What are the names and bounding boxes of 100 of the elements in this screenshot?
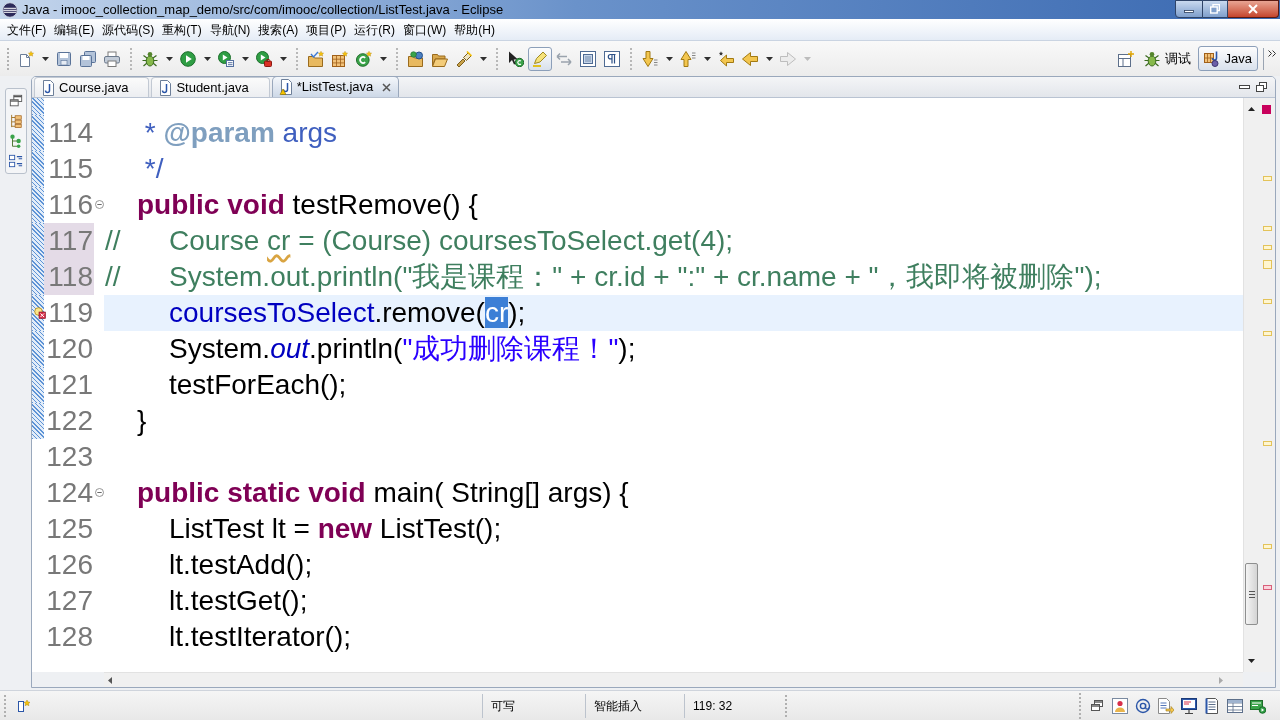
caret-icon[interactable] (241, 56, 249, 61)
menu-item[interactable]: 编辑(E) (50, 19, 99, 40)
line-number: 128 (45, 620, 94, 654)
collapse-icon[interactable] (95, 199, 104, 209)
collapse-icon[interactable] (95, 487, 104, 497)
outline-icon[interactable] (8, 154, 23, 168)
line-number: 119 (47, 296, 94, 330)
scroll-up-icon[interactable] (1248, 107, 1255, 111)
save-all-icon[interactable] (80, 50, 96, 67)
hierarchy-icon[interactable] (8, 114, 23, 128)
block-selection-icon[interactable] (580, 50, 596, 67)
screen-play-icon[interactable] (1250, 697, 1266, 714)
highlight-toggle-button[interactable] (528, 46, 552, 71)
printer-icon[interactable] (104, 50, 120, 67)
status-field: 可写 (482, 693, 585, 718)
caret-icon[interactable] (765, 56, 773, 61)
up-arrow-icon[interactable] (680, 50, 696, 67)
code-line: public static void main( String[] args) { (136, 476, 630, 510)
minimize-icon[interactable] (1239, 85, 1250, 89)
grid-star-icon[interactable] (332, 50, 348, 67)
line-number: 120 (45, 332, 94, 366)
code-line: lt.testAdd(); (168, 548, 314, 582)
editor-tab[interactable]: Student.java (151, 77, 270, 97)
line-number: 127 (45, 584, 94, 618)
menu-item[interactable]: 导航(N) (205, 19, 255, 40)
person-card-icon[interactable] (1112, 697, 1128, 714)
table-icon[interactable] (1227, 697, 1243, 714)
more-chevron-icon[interactable] (1268, 50, 1276, 57)
status-field: 119: 32 (684, 693, 785, 718)
code-line: System.out.println("成功删除课程！"); (168, 332, 637, 366)
bug-icon (1143, 50, 1160, 67)
caret-icon[interactable] (479, 56, 487, 61)
pilcrow-icon[interactable] (604, 50, 620, 67)
caret-icon[interactable] (165, 56, 173, 61)
fast-view-icon[interactable] (18, 698, 31, 713)
restore-icon[interactable] (8, 94, 23, 108)
code-line: } (136, 404, 148, 438)
maximize-icon[interactable] (1256, 82, 1267, 92)
close-button[interactable] (1228, 0, 1279, 18)
line-number: 114 (47, 116, 94, 150)
menu-item[interactable]: 帮助(H) (450, 19, 499, 40)
code-line: */ (143, 152, 165, 186)
line-number: 126 (45, 548, 94, 582)
play-toolbox-icon[interactable] (256, 50, 272, 67)
window-plus-icon[interactable] (1117, 50, 1134, 67)
caret-icon[interactable] (665, 56, 673, 61)
line-number: 123 (45, 440, 94, 474)
caret-icon[interactable] (203, 56, 211, 61)
editor-tab[interactable]: Course.java (34, 77, 150, 97)
menu-item[interactable]: 项目(P) (302, 19, 351, 40)
down-arrow-icon[interactable] (642, 50, 658, 67)
tab-label: Course.java (59, 78, 129, 97)
line-number: 125 (45, 512, 94, 546)
star-arrow-icon[interactable] (718, 50, 734, 67)
bug-icon[interactable] (142, 50, 158, 67)
restore-icon[interactable] (1089, 697, 1105, 714)
line-number: 117 (44, 223, 94, 259)
code-line: // Course cr = (Course) coursesToSelect.get(4); (104, 224, 735, 258)
restore-icon (1210, 4, 1220, 14)
line-number: 116 (47, 188, 94, 222)
perspective-button[interactable]: 调试 (1139, 46, 1195, 71)
annotation-mark-icon[interactable] (1263, 585, 1272, 590)
restore-button[interactable] (1203, 0, 1228, 18)
menu-item[interactable]: 搜索(A) (254, 19, 303, 40)
scroll-down-icon[interactable] (1248, 659, 1255, 663)
minimize-button[interactable] (1175, 0, 1203, 18)
save-icon[interactable] (56, 50, 72, 67)
menu-item[interactable]: 窗口(W) (399, 19, 451, 40)
line-number: 118 (44, 259, 94, 295)
scrollbar-thumb[interactable] (1245, 563, 1258, 625)
editor-tab[interactable]: *ListTest.java (271, 77, 400, 97)
menu-item[interactable]: 文件(F) (3, 19, 51, 40)
document-arrow-icon[interactable] (1158, 697, 1174, 714)
caret-icon[interactable] (41, 56, 49, 61)
new-file-icon[interactable] (18, 50, 34, 67)
folder-dot-icon[interactable] (408, 50, 424, 67)
caret-icon[interactable] (703, 56, 711, 61)
menu-item[interactable]: 重构(T) (158, 19, 206, 40)
close-icon[interactable] (382, 82, 392, 92)
menu-item[interactable]: 运行(R) (350, 19, 399, 40)
back-arrow-icon[interactable] (742, 50, 758, 67)
perspective-button[interactable]: Java (1197, 46, 1258, 71)
caret-icon[interactable] (379, 56, 387, 61)
tree-icon[interactable] (8, 134, 23, 148)
folder-star-icon[interactable] (308, 50, 324, 67)
monitor-icon[interactable] (1181, 697, 1197, 714)
bulb-error-icon[interactable] (34, 307, 46, 319)
play-list-icon[interactable] (218, 50, 234, 67)
caret-icon[interactable] (279, 56, 287, 61)
line-number: 115 (47, 152, 94, 186)
menu-item[interactable]: 源代码(S) (98, 19, 159, 40)
scroll-left-icon[interactable] (108, 676, 112, 684)
page-icon[interactable] (1204, 697, 1220, 714)
package-icon (1203, 50, 1220, 67)
run-icon[interactable] (180, 50, 196, 67)
code-line: lt.testGet(); (168, 584, 309, 618)
at-icon[interactable] (1135, 697, 1151, 714)
cursor-icon[interactable] (508, 50, 524, 67)
flashlight-icon[interactable] (456, 50, 472, 67)
status-field: 智能插入 (585, 693, 684, 718)
